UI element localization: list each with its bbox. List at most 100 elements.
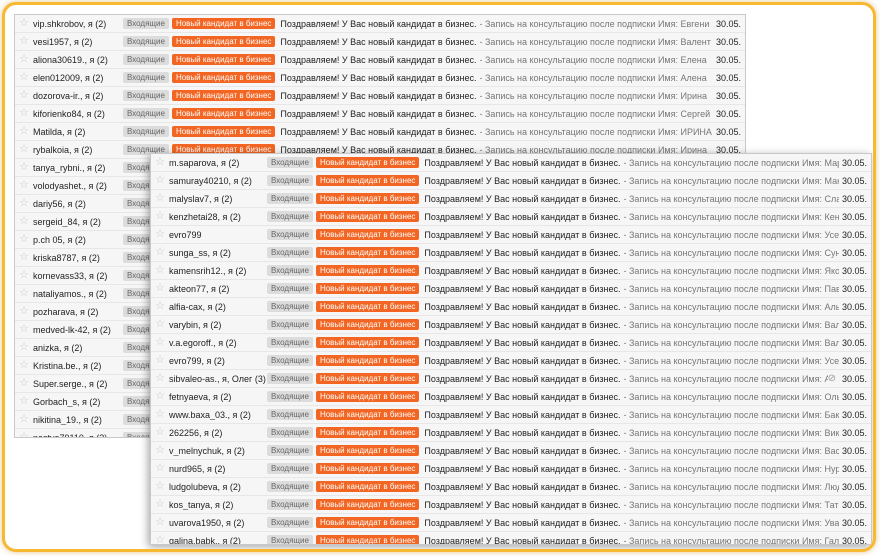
email-row[interactable]: ☆ v.a.egoroff., я (2) Входящие Новый кан… bbox=[151, 334, 871, 352]
star-icon[interactable]: ☆ bbox=[15, 195, 33, 212]
star-icon[interactable]: ☆ bbox=[151, 244, 169, 261]
email-row[interactable]: ☆ m.saparova, я (2) Входящие Новый канди… bbox=[151, 154, 871, 172]
email-row[interactable]: ☆ evro799, я (2) Входящие Новый кандидат… bbox=[151, 352, 871, 370]
email-row[interactable]: ☆ fetnyaeva, я (2) Входящие Новый кандид… bbox=[151, 388, 871, 406]
label-inbox[interactable]: Входящие bbox=[123, 36, 169, 47]
label-inbox[interactable]: Входящие bbox=[267, 517, 313, 528]
email-row[interactable]: ☆ akteon77, я (2) Входящие Новый кандида… bbox=[151, 280, 871, 298]
label-inbox[interactable]: Входящие bbox=[267, 247, 313, 258]
star-icon[interactable]: ☆ bbox=[15, 213, 33, 230]
email-row[interactable]: ☆ vesi1957, я (2) Входящие Новый кандида… bbox=[15, 33, 745, 51]
star-icon[interactable]: ☆ bbox=[151, 406, 169, 423]
star-icon[interactable]: ☆ bbox=[15, 303, 33, 320]
star-icon[interactable]: ☆ bbox=[151, 190, 169, 207]
email-row[interactable]: ☆ kiforienko84, я (2) Входящие Новый кан… bbox=[15, 105, 745, 123]
star-icon[interactable]: ☆ bbox=[151, 154, 169, 171]
email-row[interactable]: ☆ kos_tanya, я (2) Входящие Новый кандид… bbox=[151, 496, 871, 514]
star-icon[interactable]: ☆ bbox=[151, 532, 169, 544]
star-icon[interactable]: ☆ bbox=[15, 159, 33, 176]
email-row[interactable]: ☆ alfia-cax, я (2) Входящие Новый кандид… bbox=[151, 298, 871, 316]
label-new-candidate[interactable]: Новый кандидат в бизнес bbox=[315, 319, 420, 330]
label-new-candidate[interactable]: Новый кандидат в бизнес bbox=[315, 499, 420, 510]
star-icon[interactable]: ☆ bbox=[151, 514, 169, 531]
label-inbox[interactable]: Входящие bbox=[267, 409, 313, 420]
email-row[interactable]: ☆ aliona30619., я (2) Входящие Новый кан… bbox=[15, 51, 745, 69]
star-icon[interactable]: ☆ bbox=[15, 231, 33, 248]
label-new-candidate[interactable]: Новый кандидат в бизнес bbox=[315, 247, 420, 258]
email-row[interactable]: ☆ dozorova-ir., я (2) Входящие Новый кан… bbox=[15, 87, 745, 105]
email-row[interactable]: ☆ varybin, я (2) Входящие Новый кандидат… bbox=[151, 316, 871, 334]
label-new-candidate[interactable]: Новый кандидат в бизнес bbox=[315, 427, 420, 438]
star-icon[interactable]: ☆ bbox=[151, 316, 169, 333]
label-inbox[interactable]: Входящие bbox=[123, 108, 169, 119]
email-row[interactable]: ☆ galina.babk., я (2) Входящие Новый кан… bbox=[151, 532, 871, 544]
email-row[interactable]: ☆ www.baxa_03., я (2) Входящие Новый кан… bbox=[151, 406, 871, 424]
label-new-candidate[interactable]: Новый кандидат в бизнес bbox=[315, 409, 420, 420]
label-inbox[interactable]: Входящие bbox=[267, 283, 313, 294]
star-icon[interactable]: ☆ bbox=[15, 411, 33, 428]
star-icon[interactable]: ☆ bbox=[15, 87, 33, 104]
label-new-candidate[interactable]: Новый кандидат в бизнес bbox=[315, 481, 420, 492]
label-new-candidate[interactable]: Новый кандидат в бизнес bbox=[315, 157, 420, 168]
star-icon[interactable]: ☆ bbox=[15, 69, 33, 86]
star-icon[interactable]: ☆ bbox=[15, 33, 33, 50]
label-new-candidate[interactable]: Новый кандидат в бизнес bbox=[171, 72, 276, 83]
label-inbox[interactable]: Входящие bbox=[123, 90, 169, 101]
email-row[interactable]: ☆ vip.shkrobov, я (2) Входящие Новый кан… bbox=[15, 15, 745, 33]
label-inbox[interactable]: Входящие bbox=[267, 445, 313, 456]
star-icon[interactable]: ☆ bbox=[151, 298, 169, 315]
email-row[interactable]: ☆ Matilda, я (2) Входящие Новый кандидат… bbox=[15, 123, 745, 141]
label-new-candidate[interactable]: Новый кандидат в бизнес bbox=[315, 175, 420, 186]
label-inbox[interactable]: Входящие bbox=[267, 211, 313, 222]
star-icon[interactable]: ☆ bbox=[151, 172, 169, 189]
label-inbox[interactable]: Входящие bbox=[267, 499, 313, 510]
label-inbox[interactable]: Входящие bbox=[267, 535, 313, 544]
star-icon[interactable]: ☆ bbox=[151, 442, 169, 459]
label-new-candidate[interactable]: Новый кандидат в бизнес bbox=[315, 517, 420, 528]
label-new-candidate[interactable]: Новый кандидат в бизнес bbox=[315, 391, 420, 402]
star-icon[interactable]: ☆ bbox=[151, 478, 169, 495]
label-new-candidate[interactable]: Новый кандидат в бизнес bbox=[315, 355, 420, 366]
star-icon[interactable]: ☆ bbox=[15, 177, 33, 194]
label-new-candidate[interactable]: Новый кандидат в бизнес bbox=[315, 229, 420, 240]
email-row[interactable]: ☆ kamensrih12., я (2) Входящие Новый кан… bbox=[151, 262, 871, 280]
email-row[interactable]: ☆ nurd965, я (2) Входящие Новый кандидат… bbox=[151, 460, 871, 478]
star-icon[interactable]: ☆ bbox=[15, 339, 33, 356]
label-new-candidate[interactable]: Новый кандидат в бизнес bbox=[315, 445, 420, 456]
label-new-candidate[interactable]: Новый кандидат в бизнес bbox=[171, 36, 276, 47]
email-row[interactable]: ☆ v_melnychuk, я (2) Входящие Новый канд… bbox=[151, 442, 871, 460]
star-icon[interactable]: ☆ bbox=[151, 496, 169, 513]
star-icon[interactable]: ☆ bbox=[151, 208, 169, 225]
label-new-candidate[interactable]: Новый кандидат в бизнес bbox=[315, 283, 420, 294]
label-new-candidate[interactable]: Новый кандидат в бизнес bbox=[315, 373, 420, 384]
label-inbox[interactable]: Входящие bbox=[267, 427, 313, 438]
star-icon[interactable]: ☆ bbox=[151, 334, 169, 351]
email-row[interactable]: ☆ ludgolubeva, я (2) Входящие Новый канд… bbox=[151, 478, 871, 496]
star-icon[interactable]: ☆ bbox=[15, 51, 33, 68]
star-icon[interactable]: ☆ bbox=[15, 285, 33, 302]
star-icon[interactable]: ☆ bbox=[15, 393, 33, 410]
label-inbox[interactable]: Входящие bbox=[267, 337, 313, 348]
star-icon[interactable]: ☆ bbox=[15, 123, 33, 140]
star-icon[interactable]: ☆ bbox=[15, 15, 33, 32]
email-row[interactable]: ☆ malyslav7, я (2) Входящие Новый кандид… bbox=[151, 190, 871, 208]
label-inbox[interactable]: Входящие bbox=[267, 229, 313, 240]
label-inbox[interactable]: Входящие bbox=[267, 265, 313, 276]
label-inbox[interactable]: Входящие bbox=[267, 355, 313, 366]
star-icon[interactable]: ☆ bbox=[151, 388, 169, 405]
label-inbox[interactable]: Входящие bbox=[267, 157, 313, 168]
star-icon[interactable]: ☆ bbox=[151, 262, 169, 279]
label-inbox[interactable]: Входящие bbox=[267, 481, 313, 492]
label-inbox[interactable]: Входящие bbox=[267, 391, 313, 402]
star-icon[interactable]: ☆ bbox=[151, 370, 169, 387]
label-inbox[interactable]: Входящие bbox=[267, 319, 313, 330]
email-row[interactable]: ☆ kenzhetai28, я (2) Входящие Новый канд… bbox=[151, 208, 871, 226]
email-row[interactable]: ☆ samuray40210, я (2) Входящие Новый кан… bbox=[151, 172, 871, 190]
email-row[interactable]: ☆ sunga_ss, я (2) Входящие Новый кандида… bbox=[151, 244, 871, 262]
label-inbox[interactable]: Входящие bbox=[123, 126, 169, 137]
label-new-candidate[interactable]: Новый кандидат в бизнес bbox=[171, 90, 276, 101]
star-icon[interactable]: ☆ bbox=[15, 267, 33, 284]
label-new-candidate[interactable]: Новый кандидат в бизнес bbox=[315, 337, 420, 348]
star-icon[interactable]: ☆ bbox=[151, 424, 169, 441]
star-icon[interactable]: ☆ bbox=[15, 105, 33, 122]
